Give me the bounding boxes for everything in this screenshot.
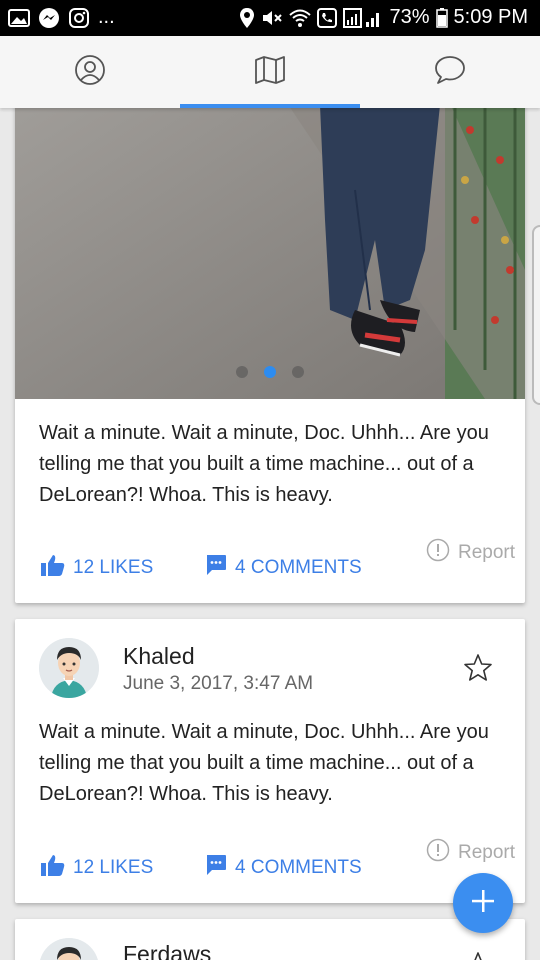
post-text: Wait a minute. Wait a minute, Doc. Uhhh.… (39, 422, 489, 506)
comments-button[interactable]: 4 COMMENTS (205, 854, 362, 882)
chat-icon (434, 55, 466, 90)
report-label: Report (457, 542, 515, 563)
messenger-icon (38, 7, 60, 29)
instagram-icon (68, 7, 90, 29)
edge-panel-handle[interactable] (532, 225, 540, 405)
carousel-dot[interactable] (292, 366, 304, 378)
post-actions: 12 LIKES 4 COMMENTS Report (39, 838, 515, 888)
favorite-button[interactable] (463, 951, 493, 960)
signal-icon (343, 7, 383, 28)
carousel-dot-active[interactable] (264, 366, 276, 378)
like-button[interactable]: 12 LIKES (41, 554, 153, 582)
alert-icon (426, 538, 450, 568)
thumbs-up-icon (41, 554, 65, 582)
comment-icon (205, 854, 227, 882)
gallery-icon (8, 8, 30, 27)
carousel-dot[interactable] (236, 366, 248, 378)
wifi-icon (289, 8, 312, 28)
carousel-indicator (15, 366, 525, 378)
tab-profile[interactable] (0, 36, 180, 108)
author-name[interactable]: Ferdaws (123, 941, 211, 960)
location-icon (239, 7, 255, 29)
likes-count: 12 LIKES (73, 557, 154, 578)
thumbs-up-icon (41, 854, 65, 882)
post-photo[interactable] (15, 70, 525, 399)
call-icon (317, 7, 338, 28)
post-card: Wait a minute. Wait a minute, Doc. Uhhh.… (15, 70, 525, 603)
person-icon (74, 54, 106, 91)
status-bar: ... 73% 5:09 PM (0, 0, 540, 36)
post-actions: 12 LIKES 4 COMMENTS Report (39, 538, 515, 588)
add-post-button[interactable] (453, 873, 513, 933)
status-overflow: ... (98, 6, 115, 28)
star-icon (463, 654, 493, 687)
post-text: Wait a minute. Wait a minute, Doc. Uhhh.… (39, 721, 489, 805)
alert-icon (426, 838, 450, 868)
plus-icon (470, 888, 496, 919)
post-date: June 3, 2017, 3:47 AM (123, 673, 314, 694)
battery-percent: 73% (389, 6, 430, 28)
comments-button[interactable]: 4 COMMENTS (205, 554, 362, 582)
report-label: Report (457, 842, 515, 863)
comments-count: 4 COMMENTS (235, 557, 362, 578)
map-icon (254, 55, 286, 90)
likes-count: 12 LIKES (73, 857, 154, 878)
avatar[interactable] (39, 638, 99, 698)
battery-icon (435, 7, 448, 28)
top-tab-bar (0, 36, 540, 108)
active-tab-indicator (180, 104, 360, 108)
report-button[interactable]: Report (426, 538, 515, 568)
report-button[interactable]: Report (426, 838, 515, 868)
favorite-button[interactable] (463, 653, 493, 688)
comment-icon (205, 554, 227, 582)
comments-count: 4 COMMENTS (235, 857, 362, 878)
avatar[interactable] (39, 938, 99, 960)
status-time: 5:09 PM (453, 6, 528, 28)
post-card: Ferdaws (15, 919, 525, 960)
post-card: Khaled June 3, 2017, 3:47 AM Wait a minu… (15, 619, 525, 903)
mute-icon (261, 8, 283, 28)
like-button[interactable]: 12 LIKES (41, 854, 153, 882)
tab-map[interactable] (180, 36, 360, 108)
author-name[interactable]: Khaled (123, 643, 195, 670)
tab-chat[interactable] (360, 36, 540, 108)
